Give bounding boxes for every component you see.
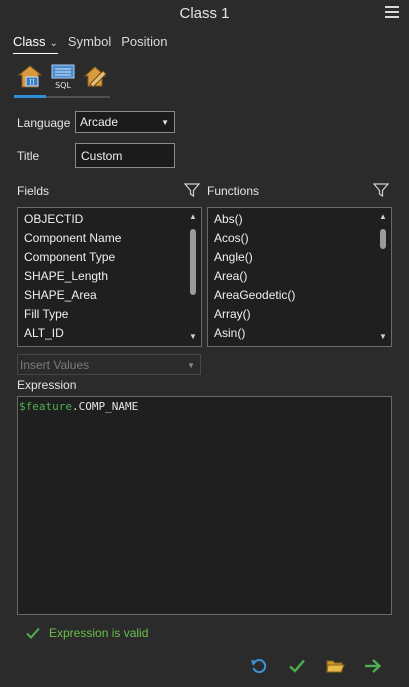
- arrow-right-icon: [365, 659, 382, 673]
- tab-class-label: Class: [13, 34, 46, 49]
- check-icon: [289, 659, 305, 673]
- label-class-properties-icon[interactable]: []: [16, 62, 44, 90]
- expression-rest: .COMP_NAME: [71, 400, 139, 413]
- verify-button[interactable]: [287, 656, 307, 676]
- list-item[interactable]: Array(): [214, 307, 251, 321]
- list-item[interactable]: Angle(): [214, 250, 253, 264]
- scroll-down-icon[interactable]: ▼: [377, 331, 389, 343]
- list-item[interactable]: SHAPE_Area: [24, 288, 97, 302]
- tab-class[interactable]: Class ⌄: [13, 34, 58, 54]
- list-item[interactable]: AreaGeodetic(): [214, 288, 295, 302]
- list-item[interactable]: Component Type: [24, 250, 115, 264]
- list-item[interactable]: Area(): [214, 269, 247, 283]
- expression-label: Expression: [17, 378, 77, 392]
- list-item[interactable]: Asin(): [214, 326, 245, 340]
- scroll-down-icon[interactable]: ▼: [187, 331, 199, 343]
- sql-text: SQL: [55, 81, 71, 90]
- fields-list[interactable]: OBJECTID Component Name Component Type S…: [17, 207, 202, 347]
- dropdown-arrow-icon: ▼: [187, 361, 195, 370]
- reset-button[interactable]: [249, 656, 269, 676]
- undo-icon: [251, 659, 267, 674]
- toolbar-selection-indicator: [14, 95, 110, 98]
- svg-text:[]: []: [30, 79, 35, 86]
- language-value: Arcade: [80, 115, 119, 129]
- language-select[interactable]: Arcade ▼: [75, 111, 175, 133]
- title-label: Title: [17, 149, 40, 163]
- apply-button[interactable]: [363, 656, 383, 676]
- language-label: Language: [17, 116, 71, 130]
- chevron-down-icon[interactable]: ⌄: [50, 38, 58, 49]
- scroll-thumb[interactable]: [380, 229, 386, 249]
- fields-scrollbar[interactable]: ▲ ▼: [187, 209, 199, 345]
- functions-filter-icon[interactable]: [372, 182, 390, 198]
- class-toolbar: [] SQL: [13, 62, 113, 100]
- list-item[interactable]: ALT_ID: [24, 326, 64, 340]
- list-item[interactable]: Acos(): [214, 231, 249, 245]
- expression-keyword: $feature: [19, 400, 72, 413]
- tab-symbol[interactable]: Symbol: [68, 34, 111, 54]
- functions-scrollbar[interactable]: ▲ ▼: [377, 209, 389, 345]
- fields-filter-icon[interactable]: [183, 182, 201, 198]
- list-item[interactable]: Component Name: [24, 231, 121, 245]
- tab-strip: Class ⌄ Symbol Position: [13, 34, 178, 54]
- title-bar: Class 1: [0, 0, 409, 28]
- list-item[interactable]: Abs(): [214, 212, 243, 226]
- validation-status: Expression is valid: [25, 625, 148, 641]
- insert-values-placeholder: Insert Values: [20, 358, 90, 372]
- open-button[interactable]: [325, 656, 345, 676]
- title-value: Custom: [81, 149, 123, 163]
- tab-position[interactable]: Position: [121, 34, 167, 54]
- folder-icon: [326, 660, 345, 673]
- dropdown-arrow-icon: ▼: [161, 118, 169, 127]
- insert-values-select: Insert Values ▼: [17, 354, 201, 375]
- list-item[interactable]: SHAPE_Length: [24, 269, 108, 283]
- functions-list[interactable]: Abs() Acos() Angle() Area() AreaGeodetic…: [207, 207, 392, 347]
- title-input[interactable]: Custom: [75, 143, 175, 168]
- label-placement-icon[interactable]: [81, 62, 109, 90]
- scroll-up-icon[interactable]: ▲: [377, 211, 389, 223]
- fields-label: Fields: [17, 184, 50, 198]
- window-title: Class 1: [179, 5, 230, 22]
- functions-label: Functions: [207, 184, 260, 198]
- list-item[interactable]: Fill Type: [24, 307, 68, 321]
- sql-query-icon[interactable]: SQL: [49, 62, 77, 90]
- scroll-up-icon[interactable]: ▲: [187, 211, 199, 223]
- list-item[interactable]: OBJECTID: [24, 212, 83, 226]
- expression-editor[interactable]: $feature.COMP_NAME: [17, 396, 392, 615]
- validation-message: Expression is valid: [49, 626, 149, 640]
- check-icon: [26, 627, 40, 639]
- scroll-thumb[interactable]: [190, 229, 196, 295]
- menu-icon[interactable]: [385, 6, 399, 20]
